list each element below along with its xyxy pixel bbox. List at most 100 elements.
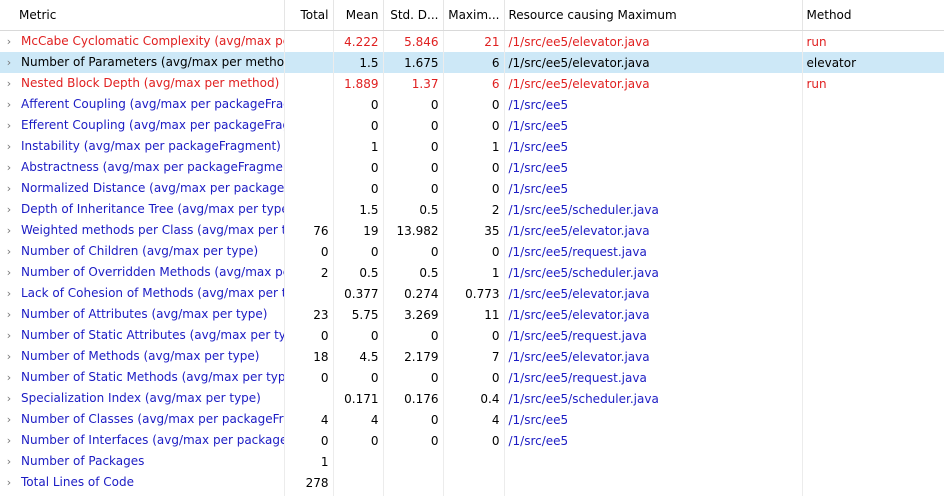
chevron-right-icon[interactable]: › <box>2 158 16 178</box>
cell-maximum: 0.4 <box>443 388 505 409</box>
table-row[interactable]: › Instability (avg/max per packageFragmen… <box>0 136 944 157</box>
cell-std-dev: 0 <box>383 367 444 388</box>
table-row[interactable]: › Number of Attributes (avg/max per type)… <box>0 304 944 325</box>
metric-label: Number of Overridden Methods (avg/max pe… <box>21 265 283 279</box>
table-row[interactable]: › Number of Static Attributes (avg/max pe… <box>0 325 944 346</box>
cell-std-dev: 1.37 <box>383 73 444 94</box>
cell-total: 18 <box>284 346 334 367</box>
column-header-resource[interactable]: Resource causing Maximum <box>504 0 803 31</box>
cell-maximum: 35 <box>443 220 505 241</box>
cell-total <box>284 283 334 304</box>
chevron-right-icon[interactable]: › <box>2 263 16 283</box>
cell-metric: › Efferent Coupling (avg/max per packageF… <box>0 115 285 136</box>
cell-metric: › Number of Static Attributes (avg/max pe… <box>0 325 285 346</box>
cell-mean: 0 <box>333 325 384 346</box>
chevron-right-icon[interactable]: › <box>2 452 16 472</box>
column-header-std-dev[interactable]: Std. D... <box>383 0 444 31</box>
cell-method: run <box>802 73 944 94</box>
cell-metric: › Number of Static Methods (avg/max per t… <box>0 367 285 388</box>
chevron-right-icon[interactable]: › <box>2 389 16 409</box>
cell-metric: › Number of Interfaces (avg/max per packa… <box>0 430 285 451</box>
cell-method <box>802 472 944 493</box>
cell-resource: /1/src/ee5 <box>504 157 803 178</box>
cell-method <box>802 157 944 178</box>
chevron-right-icon[interactable]: › <box>2 221 16 241</box>
chevron-right-icon[interactable]: › <box>2 242 16 262</box>
chevron-right-icon[interactable]: › <box>2 116 16 136</box>
cell-resource: /1/src/ee5/elevator.java <box>504 52 803 73</box>
chevron-right-icon[interactable]: › <box>2 284 16 304</box>
chevron-right-icon[interactable]: › <box>2 74 16 94</box>
chevron-right-icon[interactable]: › <box>2 473 16 493</box>
cell-mean: 0 <box>333 367 384 388</box>
chevron-right-icon[interactable]: › <box>2 32 16 52</box>
cell-method <box>802 367 944 388</box>
table-row[interactable]: › Number of Children (avg/max per type) 0 0… <box>0 241 944 262</box>
chevron-right-icon[interactable]: › <box>2 305 16 325</box>
chevron-right-icon[interactable]: › <box>2 200 16 220</box>
cell-std-dev: 1.675 <box>383 52 444 73</box>
cell-resource: /1/src/ee5 <box>504 409 803 430</box>
cell-total: 0 <box>284 367 334 388</box>
chevron-right-icon[interactable]: › <box>2 179 16 199</box>
metric-label: Nested Block Depth (avg/max per method) <box>21 76 280 90</box>
cell-method <box>802 304 944 325</box>
cell-std-dev: 13.982 <box>383 220 444 241</box>
metric-label: Number of Packages <box>21 454 145 468</box>
table-row[interactable]: › Lack of Cohesion of Methods (avg/max pe… <box>0 283 944 304</box>
chevron-right-icon[interactable]: › <box>2 326 16 346</box>
cell-std-dev <box>383 451 444 472</box>
chevron-right-icon[interactable]: › <box>2 137 16 157</box>
column-header-method[interactable]: Method <box>802 0 944 31</box>
header-row: Metric Total Mean Std. D... Maxim... Res… <box>0 0 944 31</box>
cell-metric: › Number of Packages <box>0 451 285 472</box>
column-header-maximum[interactable]: Maxim... <box>443 0 505 31</box>
table-row[interactable]: › McCabe Cyclomatic Complexity (avg/max p… <box>0 30 944 52</box>
column-header-total[interactable]: Total <box>284 0 334 31</box>
table-row[interactable]: › Abstractness (avg/max per packageFragme… <box>0 157 944 178</box>
cell-resource: /1/src/ee5/elevator.java <box>504 283 803 304</box>
cell-method <box>802 262 944 283</box>
cell-total <box>284 178 334 199</box>
table-row[interactable]: › Depth of Inheritance Tree (avg/max per … <box>0 199 944 220</box>
column-header-metric[interactable]: Metric <box>0 0 285 31</box>
chevron-right-icon[interactable]: › <box>2 347 16 367</box>
table-row[interactable]: › Specialization Index (avg/max per type)… <box>0 388 944 409</box>
cell-method <box>802 451 944 472</box>
table-row[interactable]: › Weighted methods per Class (avg/max per… <box>0 220 944 241</box>
table-row[interactable]: › Number of Parameters (avg/max per metho… <box>0 52 944 73</box>
cell-mean: 1.5 <box>333 52 384 73</box>
metric-label: Number of Children (avg/max per type) <box>21 244 259 258</box>
chevron-right-icon[interactable]: › <box>2 368 16 388</box>
cell-maximum: 0 <box>443 157 505 178</box>
cell-mean: 0.5 <box>333 262 384 283</box>
cell-std-dev: 0 <box>383 157 444 178</box>
table-row[interactable]: › Number of Overridden Methods (avg/max p… <box>0 262 944 283</box>
table-row[interactable]: › Efferent Coupling (avg/max per packageF… <box>0 115 944 136</box>
cell-maximum: 0 <box>443 94 505 115</box>
chevron-right-icon[interactable]: › <box>2 95 16 115</box>
chevron-right-icon[interactable]: › <box>2 431 16 451</box>
cell-total <box>284 94 334 115</box>
chevron-right-icon[interactable]: › <box>2 53 16 73</box>
column-header-mean[interactable]: Mean <box>333 0 384 31</box>
table-row[interactable]: › Afferent Coupling (avg/max per packageF… <box>0 94 944 115</box>
metric-label: Instability (avg/max per packageFragment… <box>21 139 281 153</box>
table-row[interactable]: › Normalized Distance (avg/max per packag… <box>0 178 944 199</box>
table-row[interactable]: › Total Lines of Code 278 <box>0 472 944 493</box>
cell-total: 76 <box>284 220 334 241</box>
cell-maximum: 0 <box>443 430 505 451</box>
table-row[interactable]: › Number of Methods (avg/max per type) 18 4… <box>0 346 944 367</box>
cell-resource: /1/src/ee5/scheduler.java <box>504 388 803 409</box>
table-row[interactable]: › Number of Packages 1 <box>0 451 944 472</box>
chevron-right-icon[interactable]: › <box>2 410 16 430</box>
table-row[interactable]: › Number of Interfaces (avg/max per packa… <box>0 430 944 451</box>
table-row[interactable]: › Number of Classes (avg/max per packageF… <box>0 409 944 430</box>
table-row[interactable]: › Nested Block Depth (avg/max per method)… <box>0 73 944 94</box>
cell-maximum: 0 <box>443 241 505 262</box>
cell-mean: 0 <box>333 157 384 178</box>
cell-metric: › McCabe Cyclomatic Complexity (avg/max p… <box>0 30 285 52</box>
table-row[interactable]: › Number of Static Methods (avg/max per t… <box>0 367 944 388</box>
cell-resource: /1/src/ee5/elevator.java <box>504 346 803 367</box>
cell-std-dev: 0 <box>383 325 444 346</box>
